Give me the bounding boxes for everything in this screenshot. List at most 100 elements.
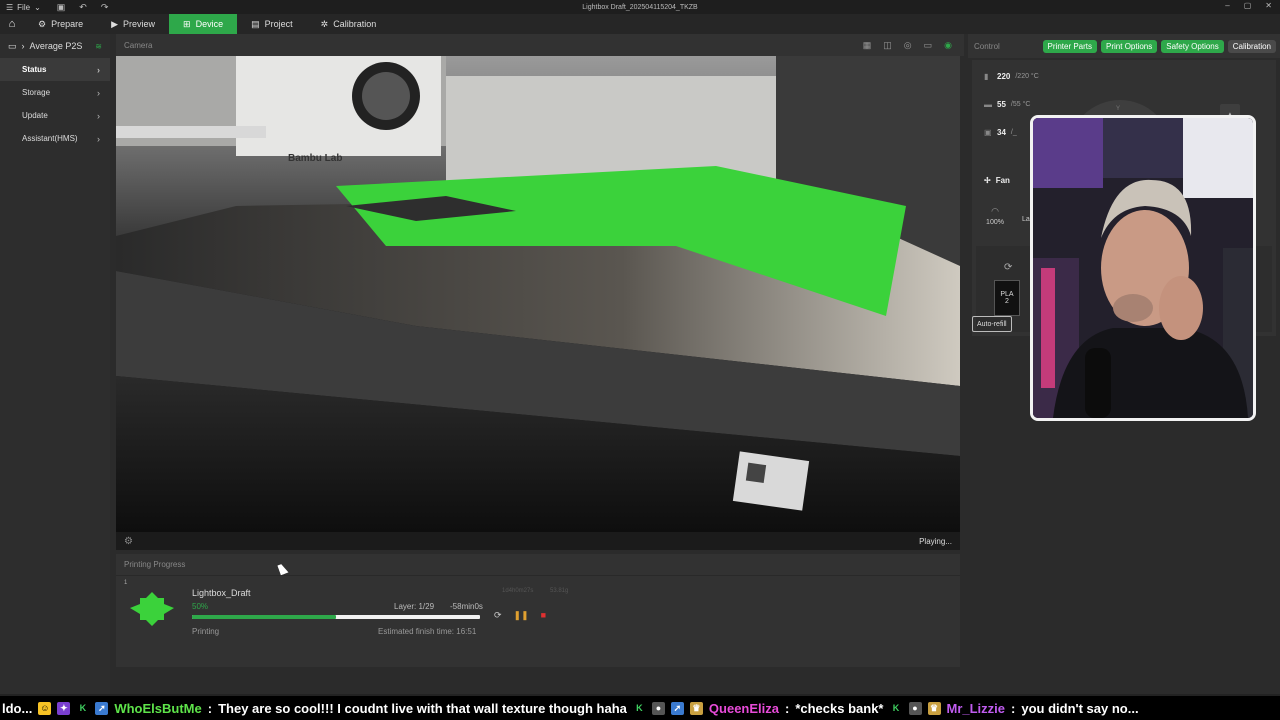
sidebar-item-label: Assistant(HMS) [22,134,78,143]
refresh-icon[interactable]: ⟳ [494,610,502,621]
chevron-right-icon: › [97,133,100,144]
total-time: 1d4h0m27s [502,588,534,594]
ticker-lead: ldo... [2,700,33,716]
fan-gauge-icon: ◠ [991,206,999,216]
pause-button[interactable]: ❚❚ [514,610,529,621]
chat-username: QueenEliza [708,700,779,716]
tab-project[interactable]: ▤ Project [237,14,307,34]
streamer-webcam [1030,115,1256,421]
tab-device[interactable]: ⊞ Device [169,14,238,34]
print-thumbnail [130,592,174,626]
chat-username: Mr_Lizzie [946,700,1006,716]
camera-header: Camera ▦ ◫ ◎ ▭ ◉ [116,34,964,56]
sidebar-item-label: Storage [22,88,51,97]
timelapse-icon[interactable]: ◎ [904,40,912,51]
chat-ticker: ldo... ☺ ✦ K ➚ WhoElsButMe : They are so… [0,696,1280,720]
nozzle-icon: ▮ [984,71,989,81]
video-icon[interactable]: ◫ [883,40,892,51]
sidebar-item-update[interactable]: Update › [0,104,110,127]
filament-weight: 53.81g [550,588,569,594]
nozzle-temp: 220 [997,71,1011,81]
window-title: Lightbox Draft_20250411520​4_TKZB [582,3,698,11]
minimize-icon[interactable]: – [1225,1,1229,10]
sidebar-item-label: Status [22,65,47,74]
chevron-right-icon: › [21,41,25,51]
tab-preview[interactable]: ▶ Preview [97,14,169,34]
printer-selector[interactable]: ▭ › Average P2S ≋ [0,34,110,58]
printing-progress-panel: Printing Progress 1 Lightbox_Draft 50% L… [116,554,960,667]
fan-section: ✢ Fan [984,176,1010,185]
tab-project-label: Project [264,19,293,29]
progress-bar-fill [192,615,336,619]
remaining-time: -58min0s [450,602,483,611]
ams-slot[interactable]: PLA 2 [994,280,1020,316]
crown-icon: ♛ [927,701,941,715]
close-icon[interactable]: ✕ [1265,1,1272,10]
chat-separator: : [207,700,213,716]
main-nav: ⌂ ⚙ Prepare ▶ Preview ⊞ Device ▤ Project… [0,14,1280,34]
home-icon[interactable]: ⌂ [0,18,24,30]
chamber-temp: 34 [997,127,1006,137]
camera-status-bar: ⚙ Playing... [116,532,960,550]
camera-feed: Bambu Lab [116,56,960,532]
progress-bar [192,615,480,619]
sidebar-item-label: Update [22,111,48,120]
sidebar-item-storage[interactable]: Storage › [0,81,110,104]
chat-separator: : [1011,700,1016,716]
preview-icon: ▶ [111,18,119,29]
fan-label: Fan [995,176,1010,185]
chevron-right-icon: › [97,87,100,98]
device-sidebar: ▭ › Average P2S ≋ Status › Storage › Upd… [0,34,110,694]
webcam-image [1033,118,1253,418]
safety-options-button[interactable]: Safety Options [1161,39,1224,53]
chamber-target: /_ [1010,128,1017,136]
control-header: Control Printer Parts Print Options Safe… [968,34,1280,58]
chamber-temp-row[interactable]: ▣ 34 /_ [984,124,1017,140]
tab-calibration[interactable]: ✲ Calibration [307,14,391,34]
print-options-button[interactable]: Print Options [1101,39,1158,53]
camera-settings-icon[interactable]: ⚙ [124,536,133,547]
ams-slot-number: 2 [1005,298,1009,305]
control-title: Control [974,41,1000,51]
refresh-icon[interactable]: ⟳ [1004,262,1012,273]
lamp-label[interactable]: La [1022,216,1030,223]
device-icon: ⊞ [183,18,191,29]
calibration-button[interactable]: Calibration [1227,39,1276,53]
record-icon[interactable]: ◉ [944,40,952,51]
badge-icon: ● [651,701,665,715]
fan-icon: ✢ [984,176,991,185]
crown-icon: ♛ [689,701,703,715]
screenshot-icon[interactable]: ▭ [924,40,933,51]
sidebar-item-status[interactable]: Status › [0,58,110,81]
badge-icon: ● [908,701,922,715]
auto-refill-button[interactable]: Auto-refill [972,316,1012,332]
estimated-finish: Estimated finish time: 16:51 [378,627,477,636]
tab-prepare[interactable]: ⚙ Prepare [24,14,97,34]
k-badge-icon: K [636,703,643,713]
bed-icon: ▬ [984,99,992,109]
bed-temp-row[interactable]: ▬ 55 /55 °C [984,96,1030,112]
progress-percent: 50% [192,602,209,611]
sidebar-item-assistant[interactable]: Assistant(HMS) › [0,127,110,150]
storage-icon[interactable]: ▦ [863,40,872,51]
maximize-icon[interactable]: ▢ [1244,1,1252,10]
chat-username: WhoElsButMe [114,700,202,716]
print-state: Printing [192,627,220,636]
chevron-right-icon: › [97,64,100,75]
camera-title: Camera [124,40,153,50]
job-name: Lightbox_Draft [192,588,251,598]
y-axis-label: Y [1116,106,1121,112]
k-badge-icon: K [79,703,87,713]
chat-message: you didn't say no... [1021,700,1139,716]
chat-message: *checks bank* [795,700,884,716]
printer-name: Average P2S [29,41,83,51]
progress-header: Printing Progress [116,554,960,576]
calibration-icon: ✲ [320,18,329,29]
chat-separator: : [784,700,790,716]
printer-parts-button[interactable]: Printer Parts [1042,39,1098,53]
stop-button[interactable]: ■ [541,610,546,621]
part-fan[interactable]: ◠ 100% [984,206,1006,226]
layer-info: Layer: 1/29 [394,602,435,611]
bed-temp: 55 [997,99,1006,109]
nozzle-temp-row[interactable]: ▮ 220 /220 °C [984,68,1039,84]
